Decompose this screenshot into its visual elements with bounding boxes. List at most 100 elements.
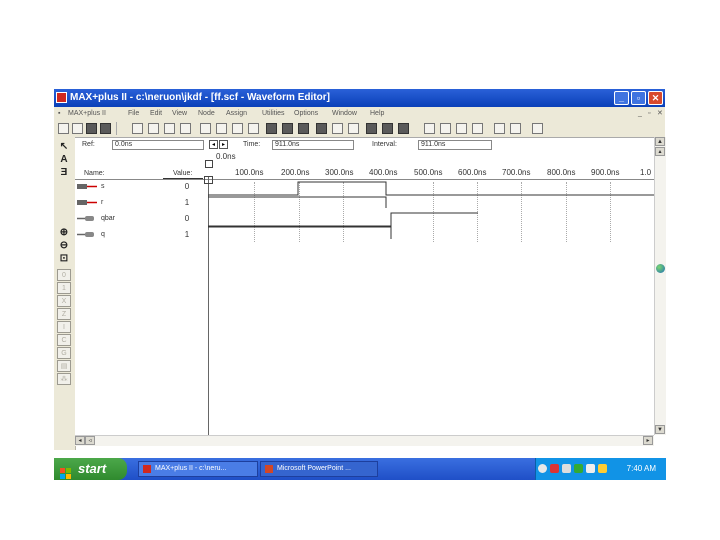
count-value-icon[interactable]: C (57, 334, 71, 346)
cut-icon[interactable] (132, 123, 143, 134)
menu-options[interactable]: Options (294, 107, 318, 121)
tool-a-icon[interactable] (424, 123, 435, 134)
node-icon[interactable]: Ǝ (57, 167, 71, 179)
invert-icon[interactable]: I (57, 321, 71, 333)
document-icon[interactable]: ▪ (58, 107, 60, 121)
interval-field[interactable]: 911.0ns (418, 140, 492, 150)
scroll-down-icon[interactable]: ▼ (655, 425, 665, 434)
minimize-button[interactable]: _ (614, 91, 629, 105)
scroll-left-icon[interactable]: ◂ (75, 436, 85, 445)
time-field[interactable]: 911.0ns (272, 140, 354, 150)
overwrite-x-icon[interactable]: X (57, 295, 71, 307)
report-icon[interactable] (348, 123, 359, 134)
network-tray-icon[interactable] (562, 464, 571, 473)
scroll-left-alt-icon[interactable]: ◃ (85, 436, 95, 445)
volume-tray-icon[interactable] (586, 464, 595, 473)
snap-icon[interactable]: ⁂ (57, 373, 71, 385)
start-label: start (78, 461, 107, 476)
maximize-button[interactable]: ▫ (631, 91, 646, 105)
text-tool-icon[interactable]: A (57, 154, 71, 166)
floorplan-icon[interactable] (232, 123, 243, 134)
overwrite-0-icon[interactable]: 0 (57, 269, 71, 281)
output-pin-icon (77, 232, 94, 237)
zoom-out-icon[interactable]: ⊖ (57, 240, 71, 252)
message-icon[interactable] (398, 123, 409, 134)
signal-name-s[interactable]: s (101, 183, 105, 190)
menu-edit[interactable]: Edit (150, 107, 162, 121)
print-icon[interactable] (100, 123, 111, 134)
messenger-tray-icon[interactable] (598, 464, 607, 473)
menu-utilities[interactable]: Utilities (262, 107, 285, 121)
group-icon[interactable]: ▤ (57, 360, 71, 372)
timing-icon[interactable] (282, 123, 293, 134)
paste-icon[interactable] (164, 123, 175, 134)
tool-d-icon[interactable] (472, 123, 483, 134)
pointer-icon[interactable]: ↖ (57, 141, 71, 153)
save-icon[interactable] (86, 123, 97, 134)
doc-restore-button[interactable]: ▫ (648, 107, 650, 121)
window-title: MAX+plus II - c:\neruon\jkdf - [ff.scf -… (70, 92, 330, 103)
ref-right-arrow-icon[interactable]: ▸ (219, 140, 228, 149)
assign-icon[interactable] (248, 123, 259, 134)
programmer-icon[interactable] (316, 123, 327, 134)
scroll-up-icon[interactable]: ▲ (655, 137, 665, 146)
tool-b-icon[interactable] (440, 123, 451, 134)
task-powerpoint[interactable]: Microsoft PowerPoint ... (260, 461, 378, 477)
help-pointer-icon[interactable] (200, 123, 211, 134)
menu-file[interactable]: File (128, 107, 139, 121)
task-maxplus[interactable]: MAX+plus II - c:\neru... (138, 461, 258, 477)
new-file-icon[interactable] (58, 123, 69, 134)
update-tray-icon[interactable] (574, 464, 583, 473)
ref-field[interactable]: 0.0ns (112, 140, 204, 150)
zoom-in-icon[interactable]: ⊕ (57, 227, 71, 239)
grid-alt-icon[interactable] (510, 123, 521, 134)
overwrite-1-icon[interactable]: 1 (57, 282, 71, 294)
menu-assign[interactable]: Assign (226, 107, 247, 121)
app-icon[interactable] (56, 92, 67, 103)
table-icon[interactable] (332, 123, 343, 134)
chip-icon[interactable] (366, 123, 377, 134)
clock-icon[interactable]: G (57, 347, 71, 359)
copy-icon[interactable] (148, 123, 159, 134)
signal-value-qbar: 0 (184, 214, 190, 223)
security-tray-icon[interactable] (550, 464, 559, 473)
ref-label: Ref: (82, 141, 95, 148)
undo-icon[interactable] (180, 123, 191, 134)
simulate-icon[interactable] (298, 123, 309, 134)
start-button[interactable]: start (54, 458, 127, 480)
menu-help[interactable]: Help (370, 107, 384, 121)
ref-left-arrow-icon[interactable]: ◂ (209, 140, 218, 149)
signal-name-qbar[interactable]: qbar (101, 215, 115, 222)
waveform-q (208, 225, 392, 239)
close-button[interactable]: ✕ (648, 91, 663, 105)
scroll-right-icon[interactable]: ▸ (643, 436, 653, 445)
clock[interactable]: 7:40 AM (627, 458, 656, 480)
menu-maxplus[interactable]: MAX+plus II (68, 107, 106, 121)
grid-icon[interactable] (494, 123, 505, 134)
overwrite-z-icon[interactable]: Z (57, 308, 71, 320)
cursor-handle-icon[interactable] (205, 160, 213, 168)
open-file-icon[interactable] (72, 123, 83, 134)
fit-window-icon[interactable]: ⊡ (57, 253, 71, 265)
powerpoint-task-icon (265, 465, 273, 473)
horizontal-scrollbar[interactable]: ◂ ◃ ▸ (75, 435, 654, 446)
doc-minimize-button[interactable]: _ (638, 107, 642, 121)
vertical-scrollbar[interactable]: ▲ ▴ ▼ (654, 137, 666, 435)
signal-name-q[interactable]: q (101, 231, 105, 238)
find-icon[interactable] (532, 123, 543, 134)
menu-window[interactable]: Window (332, 107, 357, 121)
menu-view[interactable]: View (172, 107, 187, 121)
signal-value-r: 1 (184, 198, 190, 207)
chip-view-icon[interactable] (382, 123, 393, 134)
doc-close-button[interactable]: ✕ (657, 107, 663, 121)
tool-c-icon[interactable] (456, 123, 467, 134)
hierarchy-icon[interactable] (216, 123, 227, 134)
search-tray-icon[interactable] (538, 464, 547, 473)
menu-node[interactable]: Node (198, 107, 215, 121)
compile-icon[interactable] (266, 123, 277, 134)
globe-icon[interactable] (656, 264, 665, 273)
window-titlebar[interactable]: MAX+plus II - c:\neruon\jkdf - [ff.scf -… (54, 89, 665, 107)
scroll-up-alt-icon[interactable]: ▴ (655, 147, 665, 156)
waveform-traces[interactable] (208, 178, 654, 248)
signal-name-r[interactable]: r (101, 199, 103, 206)
